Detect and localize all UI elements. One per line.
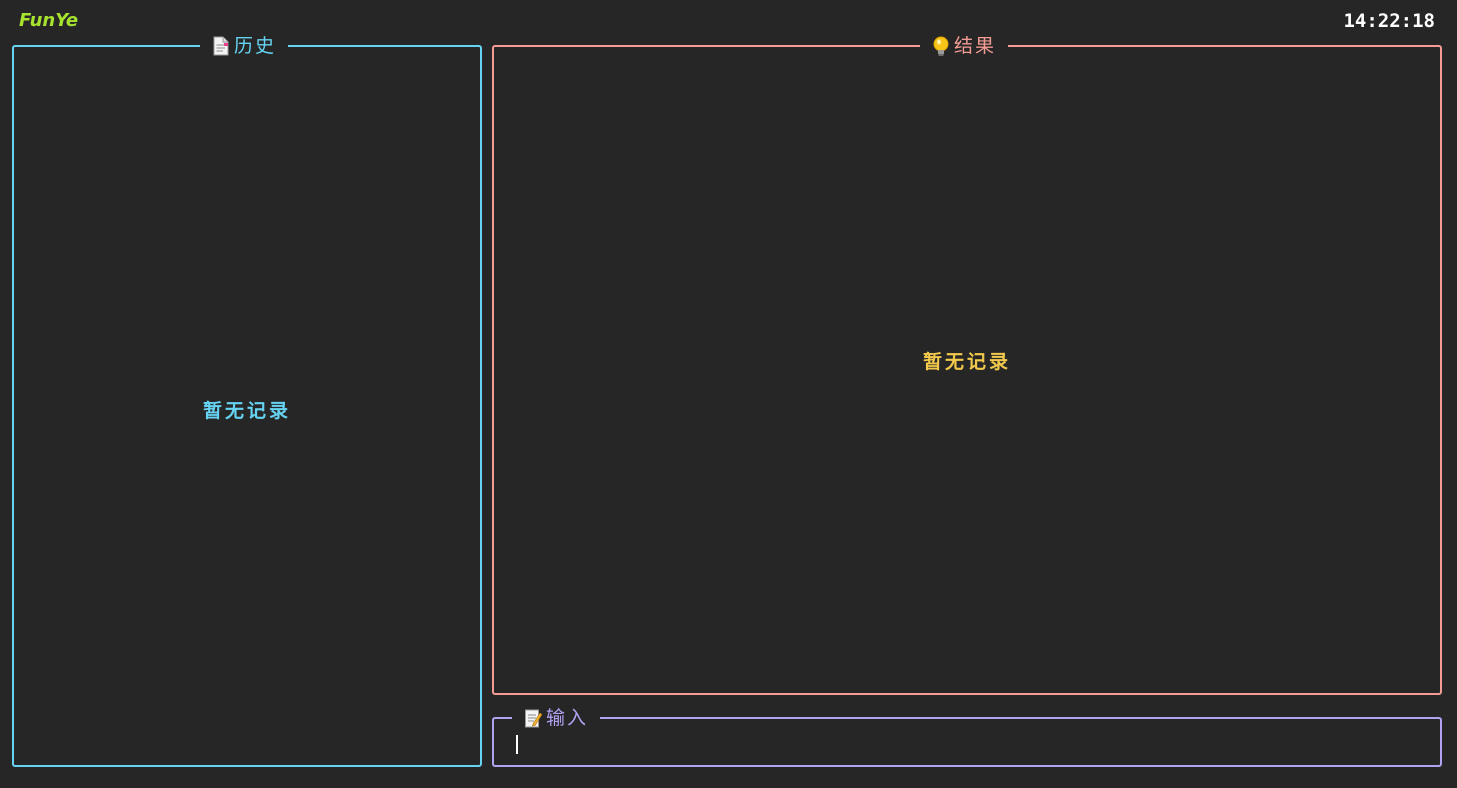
result-title: 结果	[920, 34, 1009, 58]
memo-icon	[524, 708, 543, 728]
input-title: 输入	[512, 706, 601, 730]
result-empty-text: 暂无记录	[922, 351, 1011, 373]
history-title: 历史	[200, 34, 289, 58]
result-title-text: 结果	[954, 35, 997, 57]
clock: 14:22:18	[1343, 10, 1435, 32]
document-icon	[212, 36, 230, 56]
input-title-text: 输入	[546, 707, 589, 729]
input-panel[interactable]: 输入	[492, 706, 1442, 767]
history-empty-text: 暂无记录	[202, 400, 291, 422]
text-cursor[interactable]	[516, 735, 518, 754]
history-panel: 历史 暂无记录	[12, 34, 482, 767]
result-panel: 结果 暂无记录	[492, 34, 1442, 695]
lightbulb-icon	[932, 36, 950, 56]
app-brand: FunYe	[19, 10, 79, 31]
history-title-text: 历史	[234, 35, 277, 57]
